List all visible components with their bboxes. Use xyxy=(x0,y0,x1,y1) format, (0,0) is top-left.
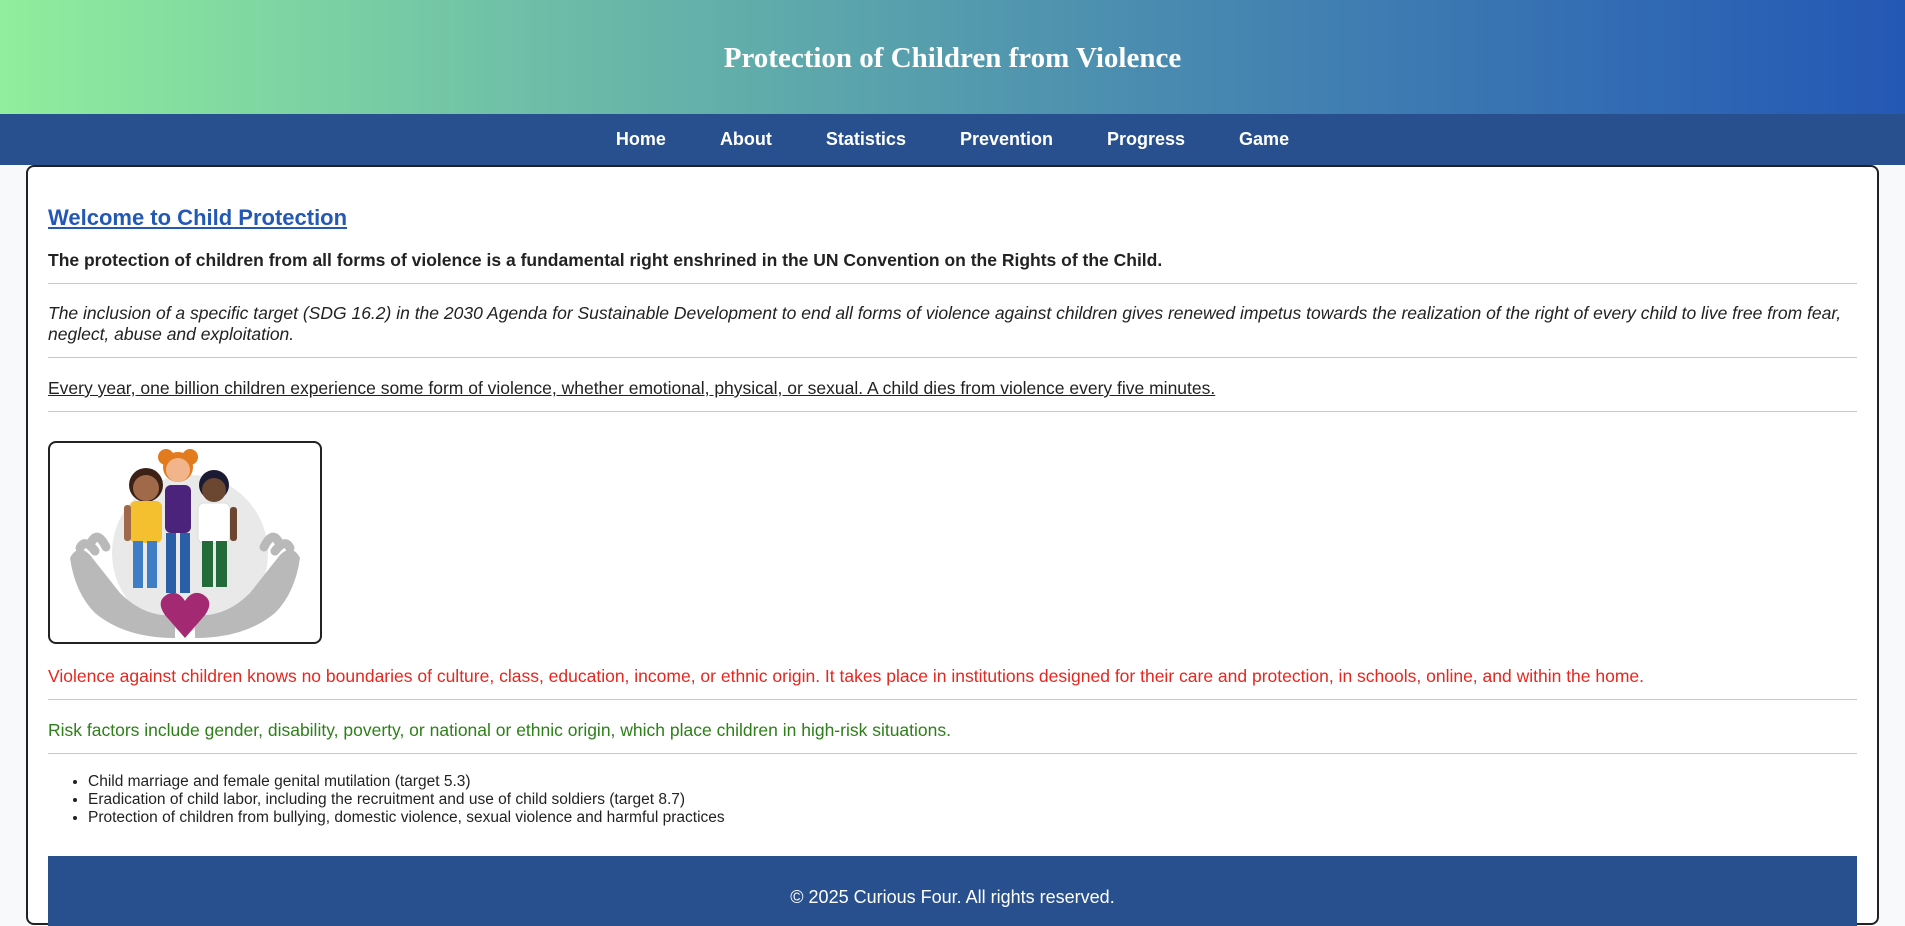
divider xyxy=(48,357,1857,358)
content-card: Welcome to Child Protection The protecti… xyxy=(26,165,1879,926)
copyright-text: © 2025 Curious Four. All rights reserved… xyxy=(790,886,1115,907)
children-illustration-icon xyxy=(70,449,300,638)
welcome-heading: Welcome to Child Protection xyxy=(48,205,348,230)
divider xyxy=(48,699,1857,700)
boundaries-text: Violence against children knows no bound… xyxy=(48,666,1645,686)
nav-home[interactable]: Home xyxy=(589,129,693,150)
header-banner: Protection of Children from Violence xyxy=(0,0,1905,114)
page-title: Protection of Children from Violence xyxy=(723,41,1182,74)
sdg-text: The inclusion of a specific target (SDG … xyxy=(48,303,1842,344)
target-list: Child marriage and female genital mutila… xyxy=(88,773,1857,827)
intro-text: The protection of children from all form… xyxy=(48,250,1163,270)
children-in-hands-illustration xyxy=(48,441,322,644)
list-item: Eradication of child labor, including th… xyxy=(88,791,1857,809)
statistic-text: Every year, one billion children experie… xyxy=(48,378,1216,398)
nav-statistics[interactable]: Statistics xyxy=(799,129,933,150)
divider xyxy=(48,283,1857,284)
list-item: Child marriage and female genital mutila… xyxy=(88,773,1857,791)
nav-prevention[interactable]: Prevention xyxy=(933,129,1080,150)
nav-progress[interactable]: Progress xyxy=(1080,129,1212,150)
main-nav: Home About Statistics Prevention Progres… xyxy=(0,114,1905,165)
footer: © 2025 Curious Four. All rights reserved… xyxy=(48,856,1857,926)
nav-about[interactable]: About xyxy=(693,129,799,150)
divider xyxy=(48,411,1857,412)
list-item: Protection of children from bullying, do… xyxy=(88,809,1857,827)
nav-game[interactable]: Game xyxy=(1212,129,1316,150)
risk-factors-text: Risk factors include gender, disability,… xyxy=(48,720,951,740)
divider xyxy=(48,753,1857,754)
